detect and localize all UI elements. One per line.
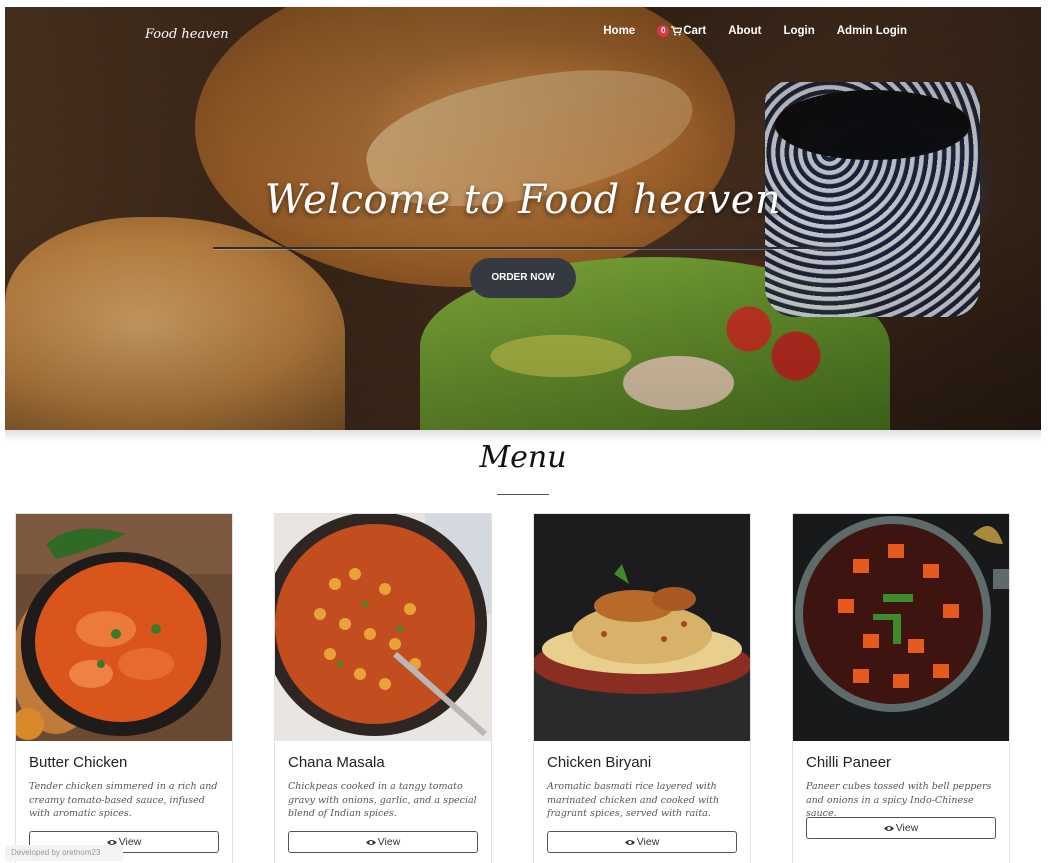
nav-links: Home 0 Cart About Login Admin Login xyxy=(603,25,907,37)
hero-divider xyxy=(213,247,843,249)
eye-icon xyxy=(624,839,635,845)
view-button-label: View xyxy=(636,836,660,848)
nav-login-link[interactable]: Login xyxy=(783,25,814,37)
menu-heading: Menu xyxy=(479,440,567,475)
menu-card-chana-masala: Chana Masala Chickpeas cooked in a tangy… xyxy=(274,513,492,863)
brand-logo[interactable]: Food heaven xyxy=(145,27,229,42)
navbar: Food heaven Home 0 Cart About Login Admi… xyxy=(5,7,1041,57)
chana-masala-image[interactable] xyxy=(275,514,491,741)
chilli-paneer-image[interactable] xyxy=(793,514,1009,741)
card-description: Aromatic basmati rice layered with marin… xyxy=(547,781,720,820)
card-description: Chickpeas cooked in a tangy tomato gravy… xyxy=(288,781,477,820)
menu-card-butter-chicken: Butter Chicken Tender chicken simmered i… xyxy=(15,513,233,863)
view-button-label: View xyxy=(895,822,919,834)
card-title: Chilli Paneer xyxy=(806,754,892,771)
cart-icon xyxy=(671,26,683,36)
butter-chicken-image[interactable] xyxy=(16,514,232,741)
hero-banner: Food heaven Home 0 Cart About Login Admi… xyxy=(5,7,1041,430)
menu-card-chilli-paneer: Chilli Paneer Paneer cubes tossed with b… xyxy=(792,513,1010,863)
chicken-biryani-image[interactable] xyxy=(534,514,750,741)
card-title: Chicken Biryani xyxy=(547,754,652,771)
nav-cart-link[interactable]: 0 Cart xyxy=(657,25,706,37)
order-now-button[interactable]: ORDER NOW xyxy=(470,258,576,298)
card-description: Tender chicken simmered in a rich and cr… xyxy=(29,781,218,820)
view-button-label: View xyxy=(377,836,401,848)
hero-title: Welcome to Food heaven xyxy=(264,177,782,223)
cart-count-badge: 0 xyxy=(657,25,670,37)
developer-credit: Developed by oretnom23 xyxy=(5,845,123,861)
nav-home-link[interactable]: Home xyxy=(603,25,635,37)
card-title: Butter Chicken xyxy=(29,754,128,771)
eye-icon xyxy=(883,825,894,831)
nav-about-link[interactable]: About xyxy=(728,25,761,37)
card-title: Chana Masala xyxy=(288,754,385,771)
menu-divider xyxy=(497,494,549,495)
view-chicken-biryani-button[interactable]: View xyxy=(547,831,737,853)
card-description: Paneer cubes tossed with bell peppers an… xyxy=(806,781,992,820)
nav-cart-label: Cart xyxy=(683,25,707,37)
view-chilli-paneer-button[interactable]: View xyxy=(806,817,996,839)
menu-card-chicken-biryani: Chicken Biryani Aromatic basmati rice la… xyxy=(533,513,751,863)
eye-icon xyxy=(365,839,376,845)
view-chana-masala-button[interactable]: View xyxy=(288,831,478,853)
nav-admin-login-link[interactable]: Admin Login xyxy=(837,25,907,37)
